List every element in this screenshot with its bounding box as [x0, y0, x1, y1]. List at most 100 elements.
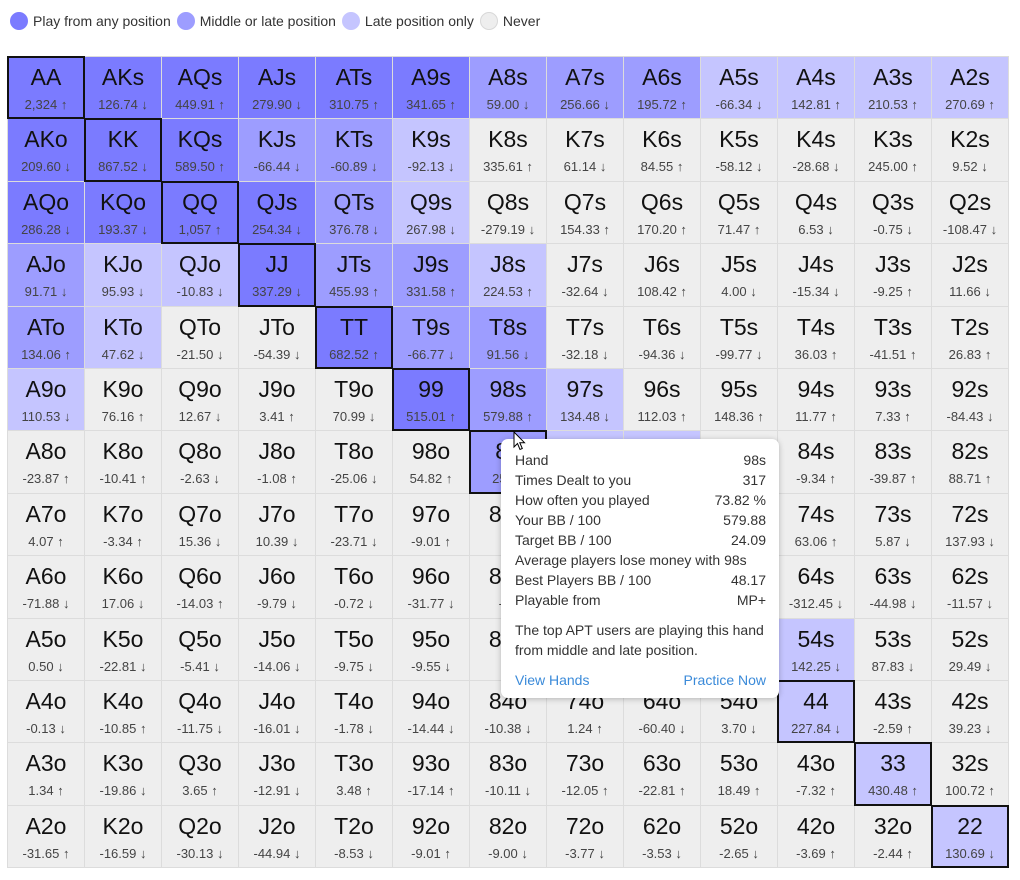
hand-cell-Q7o[interactable]: Q7o 15.36 ↓	[162, 493, 239, 557]
hand-cell-A6o[interactable]: A6o -71.88 ↓	[8, 556, 85, 619]
hand-cell-KJo[interactable]: KJo 95.93 ↓	[85, 244, 162, 307]
hand-cell-J8o[interactable]: J8o -1.08 ↑	[239, 431, 316, 494]
hand-cell-94s[interactable]: 94s 11.77 ↑	[778, 368, 855, 432]
hand-cell-K7o[interactable]: K7o -3.34 ↑	[85, 493, 162, 557]
hand-cell-T7s[interactable]: T7s -32.18 ↓	[547, 306, 624, 369]
hand-cell-96s[interactable]: 96s 112.03 ↑	[624, 368, 701, 432]
hand-cell-Q6s[interactable]: Q6s 170.20 ↑	[624, 181, 701, 245]
hand-cell-92o[interactable]: 92o -9.01 ↑	[393, 805, 470, 869]
hand-cell-95s[interactable]: 95s 148.36 ↑	[701, 368, 778, 432]
hand-cell-J7o[interactable]: J7o 10.39 ↓	[239, 493, 316, 557]
hand-cell-J4s[interactable]: J4s -15.34 ↓	[778, 244, 855, 307]
hand-cell-JTs[interactable]: JTs 455.93 ↑	[316, 244, 393, 307]
hand-cell-98s[interactable]: 98s 579.88 ↑	[470, 368, 547, 432]
hand-cell-J2s[interactable]: J2s 11.66 ↓	[932, 244, 1009, 307]
hand-cell-93o[interactable]: 93o -17.14 ↑	[393, 743, 470, 806]
hand-cell-Q5s[interactable]: Q5s 71.47 ↑	[701, 181, 778, 245]
hand-cell-J7s[interactable]: J7s -32.64 ↓	[547, 244, 624, 307]
hand-cell-K3o[interactable]: K3o -19.86 ↓	[85, 743, 162, 806]
hand-cell-AJs[interactable]: AJs 279.90 ↓	[239, 57, 316, 120]
hand-cell-AKo[interactable]: AKo 209.60 ↓	[8, 119, 85, 182]
hand-cell-98o[interactable]: 98o 54.82 ↑	[393, 431, 470, 494]
hand-cell-92s[interactable]: 92s -84.43 ↓	[932, 368, 1009, 432]
hand-cell-A5o[interactable]: A5o 0.50 ↓	[8, 618, 85, 681]
hand-cell-K8s[interactable]: K8s 335.61 ↑	[470, 119, 547, 182]
hand-cell-33[interactable]: 33 430.48 ↑	[855, 743, 932, 806]
hand-cell-A4s[interactable]: A4s 142.81 ↑	[778, 57, 855, 120]
hand-cell-A8s[interactable]: A8s 59.00 ↓	[470, 57, 547, 120]
hand-cell-J6s[interactable]: J6s 108.42 ↑	[624, 244, 701, 307]
hand-cell-52s[interactable]: 52s 29.49 ↓	[932, 618, 1009, 681]
hand-cell-K4o[interactable]: K4o -10.85 ↑	[85, 680, 162, 744]
hand-cell-ATo[interactable]: ATo 134.06 ↑	[8, 306, 85, 369]
hand-cell-Q5o[interactable]: Q5o -5.41 ↓	[162, 618, 239, 681]
hand-cell-KTs[interactable]: KTs -60.89 ↓	[316, 119, 393, 182]
hand-cell-43o[interactable]: 43o -7.32 ↑	[778, 743, 855, 806]
hand-cell-63o[interactable]: 63o -22.81 ↑	[624, 743, 701, 806]
hand-cell-99[interactable]: 99 515.01 ↑	[393, 368, 470, 432]
hand-cell-K4s[interactable]: K4s -28.68 ↓	[778, 119, 855, 182]
hand-cell-JJ[interactable]: JJ 337.29 ↓	[239, 244, 316, 307]
hand-cell-J9s[interactable]: J9s 331.58 ↑	[393, 244, 470, 307]
hand-cell-J2o[interactable]: J2o -44.94 ↓	[239, 805, 316, 869]
hand-cell-Q2o[interactable]: Q2o -30.13 ↓	[162, 805, 239, 869]
hand-cell-AJo[interactable]: AJo 91.71 ↓	[8, 244, 85, 307]
hand-cell-73s[interactable]: 73s 5.87 ↓	[855, 493, 932, 557]
hand-cell-74s[interactable]: 74s 63.06 ↑	[778, 493, 855, 557]
hand-cell-Q2s[interactable]: Q2s -108.47 ↓	[932, 181, 1009, 245]
hand-cell-T5o[interactable]: T5o -9.75 ↓	[316, 618, 393, 681]
hand-cell-22[interactable]: 22 130.69 ↓	[932, 805, 1009, 869]
hand-cell-52o[interactable]: 52o -2.65 ↓	[701, 805, 778, 869]
hand-cell-KTo[interactable]: KTo 47.62 ↓	[85, 306, 162, 369]
hand-cell-AA[interactable]: AA 2,324 ↑	[8, 57, 85, 120]
hand-cell-QQ[interactable]: QQ 1,057 ↑	[162, 181, 239, 245]
hand-cell-T8s[interactable]: T8s 91.56 ↓	[470, 306, 547, 369]
hand-cell-K5s[interactable]: K5s -58.12 ↓	[701, 119, 778, 182]
hand-cell-Q9o[interactable]: Q9o 12.67 ↓	[162, 368, 239, 432]
hand-cell-J3s[interactable]: J3s -9.25 ↑	[855, 244, 932, 307]
hand-cell-63s[interactable]: 63s -44.98 ↓	[855, 556, 932, 619]
hand-cell-T4o[interactable]: T4o -1.78 ↓	[316, 680, 393, 744]
hand-cell-64s[interactable]: 64s -312.45 ↓	[778, 556, 855, 619]
hand-cell-84s[interactable]: 84s -9.34 ↑	[778, 431, 855, 494]
hand-cell-J4o[interactable]: J4o -16.01 ↓	[239, 680, 316, 744]
hand-cell-T3o[interactable]: T3o 3.48 ↑	[316, 743, 393, 806]
hand-cell-94o[interactable]: 94o -14.44 ↓	[393, 680, 470, 744]
hand-cell-A9o[interactable]: A9o 110.53 ↓	[8, 368, 85, 432]
hand-cell-72o[interactable]: 72o -3.77 ↓	[547, 805, 624, 869]
hand-cell-73o[interactable]: 73o -12.05 ↑	[547, 743, 624, 806]
hand-cell-J5s[interactable]: J5s 4.00 ↓	[701, 244, 778, 307]
hand-cell-Q8s[interactable]: Q8s -279.19 ↓	[470, 181, 547, 245]
hand-cell-T6s[interactable]: T6s -94.36 ↓	[624, 306, 701, 369]
hand-cell-93s[interactable]: 93s 7.33 ↑	[855, 368, 932, 432]
hand-cell-96o[interactable]: 96o -31.77 ↓	[393, 556, 470, 619]
hand-cell-T2s[interactable]: T2s 26.83 ↑	[932, 306, 1009, 369]
hand-cell-J5o[interactable]: J5o -14.06 ↓	[239, 618, 316, 681]
hand-cell-A5s[interactable]: A5s -66.34 ↓	[701, 57, 778, 120]
hand-cell-Q4o[interactable]: Q4o -11.75 ↓	[162, 680, 239, 744]
hand-cell-A2s[interactable]: A2s 270.69 ↑	[932, 57, 1009, 120]
hand-cell-K5o[interactable]: K5o -22.81 ↓	[85, 618, 162, 681]
hand-cell-J9o[interactable]: J9o 3.41 ↑	[239, 368, 316, 432]
hand-cell-AQs[interactable]: AQs 449.91 ↑	[162, 57, 239, 120]
hand-cell-T9s[interactable]: T9s -66.77 ↓	[393, 306, 470, 369]
hand-cell-97o[interactable]: 97o -9.01 ↑	[393, 493, 470, 557]
hand-cell-A4o[interactable]: A4o -0.13 ↓	[8, 680, 85, 744]
hand-cell-ATs[interactable]: ATs 310.75 ↑	[316, 57, 393, 120]
hand-cell-Q3o[interactable]: Q3o 3.65 ↑	[162, 743, 239, 806]
hand-cell-T4s[interactable]: T4s 36.03 ↑	[778, 306, 855, 369]
view-hands-link[interactable]: View Hands	[515, 670, 589, 690]
hand-cell-KQs[interactable]: KQs 589.50 ↑	[162, 119, 239, 182]
hand-cell-A8o[interactable]: A8o -23.87 ↑	[8, 431, 85, 494]
hand-cell-A7o[interactable]: A7o 4.07 ↑	[8, 493, 85, 557]
hand-cell-42s[interactable]: 42s 39.23 ↓	[932, 680, 1009, 744]
hand-cell-KJs[interactable]: KJs -66.44 ↓	[239, 119, 316, 182]
hand-cell-QTs[interactable]: QTs 376.78 ↓	[316, 181, 393, 245]
hand-cell-T2o[interactable]: T2o -8.53 ↓	[316, 805, 393, 869]
hand-cell-K7s[interactable]: K7s 61.14 ↓	[547, 119, 624, 182]
hand-cell-QTo[interactable]: QTo -21.50 ↓	[162, 306, 239, 369]
hand-cell-Q7s[interactable]: Q7s 154.33 ↑	[547, 181, 624, 245]
hand-cell-54s[interactable]: 54s 142.25 ↓	[778, 618, 855, 681]
hand-cell-J6o[interactable]: J6o -9.79 ↓	[239, 556, 316, 619]
hand-cell-53s[interactable]: 53s 87.83 ↓	[855, 618, 932, 681]
